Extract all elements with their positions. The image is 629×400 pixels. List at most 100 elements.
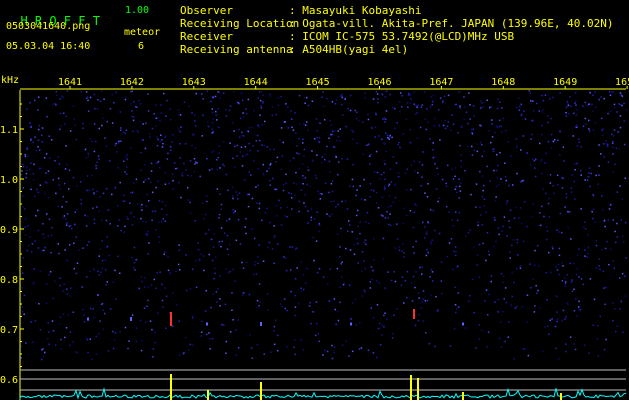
noise-dot — [88, 110, 90, 112]
noise-dot — [389, 136, 391, 138]
noise-dot — [211, 337, 214, 340]
noise-dot — [201, 202, 203, 204]
noise-dot — [534, 264, 536, 266]
noise-dot — [54, 102, 57, 105]
noise-dot — [242, 135, 245, 137]
noise-dot — [127, 347, 129, 350]
noise-dot — [188, 105, 190, 108]
noise-dot — [157, 138, 159, 141]
noise-dot — [580, 278, 583, 280]
noise-dot — [23, 208, 26, 210]
noise-dot — [434, 229, 436, 232]
noise-dot — [20, 173, 22, 176]
noise-dot — [195, 286, 198, 289]
noise-dot — [384, 163, 386, 165]
noise-dot — [58, 323, 61, 325]
noise-dot — [30, 126, 32, 129]
noise-dot — [556, 269, 559, 271]
noise-dot — [220, 203, 223, 206]
noise-dot — [480, 214, 482, 216]
noise-dot — [97, 294, 99, 296]
noise-dot — [67, 314, 70, 316]
noise-dot — [318, 140, 320, 142]
noise-dot — [605, 286, 607, 289]
noise-dot — [164, 183, 167, 185]
noise-dot — [64, 336, 66, 339]
noise-dot — [368, 155, 371, 157]
noise-dot — [166, 213, 168, 216]
noise-dot — [22, 164, 25, 166]
noise-dot — [119, 272, 121, 274]
noise-dot — [502, 117, 504, 120]
noise-dot — [562, 177, 564, 180]
noise-dot — [40, 167, 42, 170]
noise-dot — [270, 351, 272, 353]
noise-dot — [120, 229, 122, 232]
noise-dot — [179, 143, 181, 145]
noise-dot — [225, 268, 227, 270]
noise-dot — [131, 256, 133, 259]
noise-dot — [41, 127, 44, 129]
noise-dot — [158, 221, 160, 224]
noise-dot — [487, 250, 490, 253]
noise-dot — [422, 151, 424, 153]
noise-dot — [93, 193, 95, 195]
noise-dot — [179, 269, 181, 271]
noise-dot — [296, 145, 298, 147]
noise-dot — [124, 200, 126, 202]
noise-dot — [600, 96, 602, 98]
meteor-echo — [462, 322, 464, 326]
noise-dot — [114, 187, 117, 190]
plot-background — [0, 72, 629, 400]
noise-dot — [138, 287, 140, 290]
noise-dot — [335, 206, 337, 208]
noise-dot — [574, 91, 577, 94]
noise-dot — [169, 146, 172, 148]
noise-dot — [292, 129, 295, 131]
noise-dot — [446, 125, 449, 128]
noise-dot — [159, 166, 161, 169]
noise-dot — [28, 244, 30, 247]
noise-dot — [80, 90, 83, 93]
noise-dot — [491, 119, 493, 121]
noise-dot — [39, 184, 42, 186]
noise-dot — [340, 227, 342, 230]
noise-dot — [101, 90, 103, 92]
noise-dot — [244, 145, 247, 148]
noise-dot — [515, 147, 518, 149]
noise-dot — [144, 147, 147, 150]
noise-dot — [614, 163, 616, 166]
noise-dot — [162, 306, 164, 308]
noise-dot — [93, 218, 96, 221]
noise-dot — [612, 219, 614, 221]
noise-dot — [156, 272, 158, 274]
noise-dot — [294, 112, 296, 114]
noise-dot — [341, 276, 343, 278]
noise-dot — [615, 330, 617, 333]
noise-dot — [509, 251, 511, 254]
noise-dot — [359, 185, 361, 187]
noise-dot — [163, 92, 165, 95]
noise-dot — [623, 102, 625, 105]
noise-dot — [547, 325, 549, 327]
noise-dot — [206, 90, 208, 92]
noise-dot — [373, 171, 376, 173]
noise-dot — [533, 159, 536, 162]
noise-dot — [573, 310, 576, 312]
noise-dot — [309, 185, 311, 187]
noise-dot — [476, 254, 479, 256]
noise-dot — [606, 240, 608, 243]
noise-dot — [552, 247, 554, 250]
noise-dot — [567, 226, 569, 229]
noise-dot — [232, 157, 234, 160]
noise-dot — [570, 281, 573, 283]
noise-dot — [158, 241, 161, 243]
noise-dot — [60, 125, 62, 127]
noise-dot — [166, 158, 169, 160]
noise-dot — [248, 126, 251, 129]
noise-dot — [426, 299, 429, 302]
noise-dot — [27, 225, 29, 227]
noise-dot — [335, 323, 337, 326]
noise-dot — [406, 168, 408, 170]
noise-dot — [269, 184, 272, 186]
